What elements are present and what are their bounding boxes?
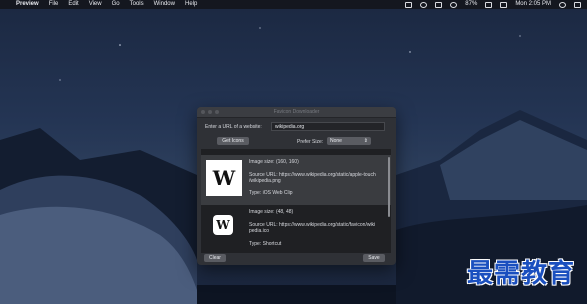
clear-button[interactable]: Clear <box>204 254 226 262</box>
menu-file[interactable]: File <box>49 0 59 9</box>
time-machine-icon[interactable] <box>420 1 428 8</box>
notification-center-icon[interactable] <box>574 1 581 8</box>
wifi-icon[interactable] <box>450 1 458 8</box>
wikipedia-icon-preview: W <box>213 215 233 235</box>
list-scrollbar[interactable] <box>388 157 390 217</box>
status-menu-icon[interactable] <box>405 1 413 8</box>
menu-app-name[interactable]: Preview <box>16 0 39 9</box>
list-item[interactable]: W Image size: (160, 160) Source URL: htt… <box>201 155 391 205</box>
url-label: Enter a URL of a website: <box>205 124 262 130</box>
menu-help[interactable]: Help <box>185 0 197 9</box>
window-title: Favicon Downloader <box>273 109 320 115</box>
menu-bar: Preview File Edit View Go Tools Window H… <box>0 0 587 9</box>
menu-window[interactable]: Window <box>154 0 175 9</box>
menu-go[interactable]: Go <box>112 0 120 9</box>
spotlight-search-icon[interactable] <box>559 1 566 8</box>
icon-results-list[interactable]: W Image size: (160, 160) Source URL: htt… <box>201 149 391 253</box>
flag-icon[interactable] <box>500 1 508 8</box>
url-input[interactable]: wikipedia.org <box>271 122 385 131</box>
menu-tools[interactable]: Tools <box>130 0 144 9</box>
menu-edit[interactable]: Edit <box>68 0 78 9</box>
chevron-updown-icon: ⇕ <box>363 138 368 144</box>
image-size-text: Image size: (160, 160) <box>249 159 299 165</box>
window-controls <box>201 110 219 114</box>
menu-bar-left: Preview File Edit View Go Tools Window H… <box>6 0 197 9</box>
menu-clock[interactable]: Mon 2:05 PM <box>515 0 551 9</box>
bluetooth-icon[interactable] <box>435 1 443 8</box>
battery-percent[interactable]: 87% <box>465 0 477 9</box>
prefer-size-select[interactable]: None ⇕ <box>327 137 371 145</box>
minimize-window-button[interactable] <box>208 110 212 114</box>
battery-icon[interactable] <box>485 1 493 8</box>
source-url-text-cont: pedia.ico <box>249 228 270 234</box>
list-item[interactable]: W Image size: (48, 48) Source URL: https… <box>201 207 391 253</box>
favicon-downloader-window: Favicon Downloader Enter a URL of a webs… <box>197 107 396 265</box>
icon-type-text: Type: Shortcut <box>249 241 282 247</box>
menu-bar-right: 87% Mon 2:05 PM <box>405 0 581 9</box>
wikipedia-icon-preview: W <box>206 160 242 196</box>
get-icons-button[interactable]: Get Icons <box>217 137 249 145</box>
zoom-window-button[interactable] <box>215 110 219 114</box>
icon-type-text: Type: iOS Web Clip <box>249 190 293 196</box>
window-titlebar[interactable]: Favicon Downloader <box>197 107 396 118</box>
watermark-logo: 最需教育 <box>466 259 575 289</box>
close-window-button[interactable] <box>201 110 205 114</box>
prefer-size-value: None <box>330 138 342 144</box>
prefer-size-label: Prefer Size: <box>297 139 324 145</box>
menu-view[interactable]: View <box>89 0 102 9</box>
source-url-text-cont: /wikipedia.png <box>249 178 281 184</box>
image-size-text: Image size: (48, 48) <box>249 209 294 215</box>
save-button[interactable]: Save <box>363 254 385 262</box>
